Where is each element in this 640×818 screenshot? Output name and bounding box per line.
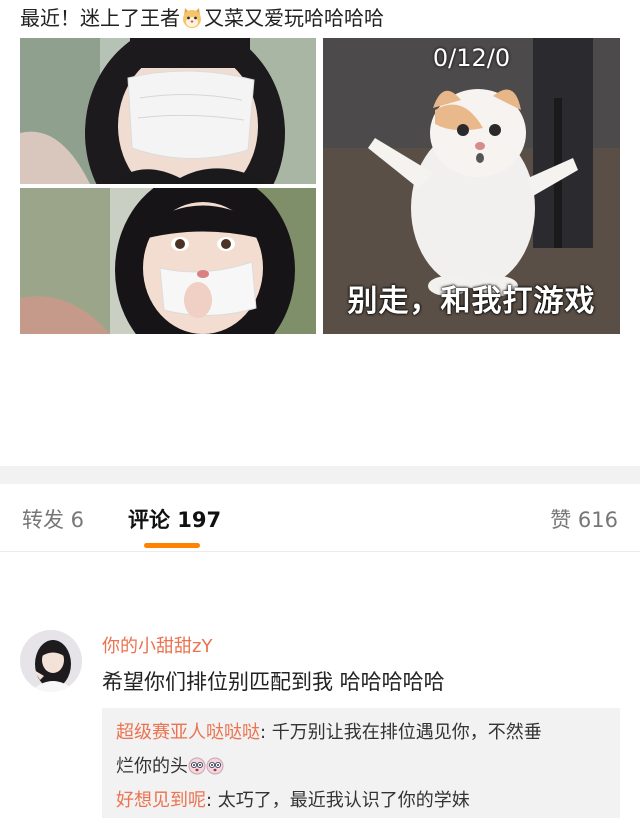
reply-username[interactable]: 好想见到呢	[116, 790, 206, 811]
interaction-tabs: 转发 6 评论 197 赞 616	[0, 484, 640, 552]
meme-caption: 别走，和我打游戏	[347, 284, 596, 319]
post-text: 最近！迷上了王者 又菜又爱玩哈哈哈哈	[20, 4, 384, 32]
reply-separator: :	[206, 790, 218, 811]
reply-box[interactable]: 超级赛亚人哒哒哒: 千万别让我在排位遇见你，不然垂 烂你的头 好想见到呢: 太巧…	[102, 708, 620, 818]
reply-text-line2: 烂你的头	[116, 756, 188, 777]
post-text-after: 又菜又爱玩哈哈哈哈	[204, 6, 384, 30]
reply-item: 超级赛亚人哒哒哒: 千万别让我在排位遇见你，不然垂	[116, 716, 606, 750]
reply-item: 好想见到呢: 太巧了，最近我认识了你的学妹	[116, 784, 606, 818]
photo-cat-meme[interactable]: 0/12/0 别走，和我打游戏	[323, 38, 620, 334]
tab-like[interactable]: 赞 616	[550, 504, 618, 534]
meme-score: 0/12/0	[432, 44, 511, 72]
cat-emoji-icon	[181, 7, 203, 29]
reply-username[interactable]: 超级赛亚人哒哒哒	[116, 722, 260, 743]
comment-username[interactable]: 你的小甜甜zY	[102, 632, 212, 658]
photo-selfie-mask[interactable]	[20, 38, 316, 184]
reply-text: 太巧了，最近我认识了你的学妹	[217, 790, 470, 811]
active-tab-indicator	[144, 543, 200, 548]
tab-comment[interactable]: 评论 197	[128, 504, 221, 534]
tab-repost[interactable]: 转发 6	[22, 504, 84, 534]
surprised-face-emoji-icon	[206, 753, 224, 775]
comment-text: 希望你们排位别匹配到我 哈哈哈哈哈	[102, 670, 445, 694]
post-text-before: 最近！迷上了王者	[20, 6, 180, 30]
reply-item-continued: 烂你的头	[116, 750, 606, 784]
avatar[interactable]	[20, 630, 82, 692]
surprised-face-emoji-icon	[188, 753, 206, 775]
photo-selfie-bangs[interactable]	[20, 188, 316, 334]
reply-text-line1: 千万别让我在排位遇见你，不然垂	[271, 722, 542, 743]
section-divider	[0, 466, 640, 484]
photo-grid: 0/12/0 别走，和我打游戏	[20, 38, 620, 334]
reply-separator: :	[260, 722, 272, 743]
